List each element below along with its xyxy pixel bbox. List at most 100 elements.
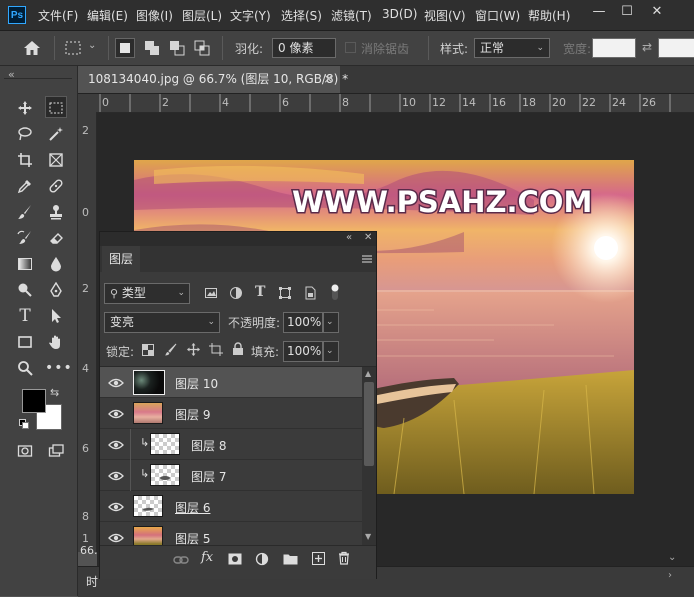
scroll-down-icon[interactable]: ▼ <box>365 532 371 541</box>
lock-all-icon[interactable] <box>232 342 244 356</box>
width-input[interactable] <box>592 38 636 58</box>
eraser-tool-icon[interactable] <box>45 227 67 249</box>
layer-row-7[interactable]: ↳ 图层 7 <box>100 460 362 491</box>
menu-select[interactable]: 选择(S) <box>281 7 322 24</box>
path-selection-tool-icon[interactable] <box>45 305 67 327</box>
fill-chevron-icon[interactable]: ⌄ <box>323 341 339 362</box>
pen-tool-icon[interactable] <box>45 279 67 301</box>
eye-icon[interactable] <box>108 532 124 544</box>
zoom-level[interactable]: 66. <box>80 544 98 557</box>
subtract-selection-icon[interactable] <box>167 38 187 58</box>
layer-row-10[interactable]: 图层 10 <box>100 367 362 398</box>
blur-tool-icon[interactable] <box>45 253 67 275</box>
trash-icon[interactable] <box>338 551 350 565</box>
more-tools-icon[interactable]: ••• <box>45 357 72 379</box>
adjustment-icon[interactable] <box>255 552 269 566</box>
eye-icon[interactable] <box>108 501 124 513</box>
menu-window[interactable]: 窗口(W) <box>475 7 520 24</box>
layer-filter-select[interactable]: ⚲ 类型 ⌄ <box>104 283 190 304</box>
minimize-button[interactable]: — <box>586 2 612 22</box>
fx-icon[interactable]: fx <box>201 550 219 566</box>
filter-pixel-icon[interactable] <box>204 286 218 300</box>
layer-name[interactable]: 图层 7 <box>191 468 226 485</box>
rect-marquee-tool-icon[interactable] <box>45 96 67 118</box>
menu-view[interactable]: 视图(V) <box>424 7 466 24</box>
screen-mode-icon[interactable] <box>45 440 67 462</box>
layers-scrollbar-thumb[interactable] <box>364 382 374 466</box>
brush-tool-icon[interactable] <box>14 201 36 223</box>
folder-icon[interactable] <box>283 553 298 565</box>
filter-adjustment-icon[interactable] <box>229 286 243 300</box>
frame-tool-icon[interactable] <box>45 149 67 171</box>
eye-icon[interactable] <box>108 470 124 482</box>
opacity-chevron-icon[interactable]: ⌄ <box>323 312 339 333</box>
panel-close-icon[interactable]: ✕ <box>364 232 372 243</box>
filter-shape-icon[interactable] <box>278 286 292 300</box>
close-window-button[interactable]: ✕ <box>644 2 670 22</box>
healing-brush-tool-icon[interactable] <box>45 175 67 197</box>
filter-type-icon[interactable]: T <box>255 284 265 300</box>
menu-type[interactable]: 文字(Y) <box>230 7 271 24</box>
eye-icon[interactable] <box>108 408 124 420</box>
panel-titlebar[interactable] <box>100 232 376 246</box>
home-icon[interactable] <box>22 39 42 57</box>
default-colors-icon[interactable] <box>19 418 29 429</box>
panel-collapse-icon[interactable]: « <box>346 232 352 243</box>
history-brush-tool-icon[interactable] <box>14 227 36 249</box>
eye-icon[interactable] <box>108 377 124 389</box>
type-tool-icon[interactable]: T <box>14 305 36 327</box>
scroll-down-icon[interactable]: ⌄ <box>668 552 676 563</box>
intersect-selection-icon[interactable] <box>192 38 212 58</box>
close-tab-icon[interactable]: × <box>323 66 334 93</box>
blend-mode-select[interactable]: 变亮 ⌄ <box>104 312 220 333</box>
foreground-color-fill[interactable] <box>22 389 46 413</box>
layer-name[interactable]: 图层 10 <box>175 375 218 392</box>
menu-file[interactable]: 文件(F) <box>38 7 78 24</box>
menu-filter[interactable]: 滤镜(T) <box>331 7 372 24</box>
dodge-tool-icon[interactable] <box>14 279 36 301</box>
clone-stamp-tool-icon[interactable] <box>45 201 67 223</box>
layer-row-8[interactable]: ↳ 图层 8 <box>100 429 362 460</box>
layer-row-6[interactable]: 图层 6 <box>100 491 362 522</box>
eye-icon[interactable] <box>108 439 124 451</box>
new-layer-icon[interactable] <box>312 552 325 565</box>
layer-name[interactable]: 图层 6 <box>175 499 210 516</box>
lock-artboard-icon[interactable] <box>209 343 223 356</box>
zoom-tool-icon[interactable] <box>14 357 36 379</box>
lock-pixels-icon[interactable] <box>164 343 177 356</box>
maximize-button[interactable]: ☐ <box>614 2 640 22</box>
hand-tool-icon[interactable] <box>45 331 67 353</box>
eyedropper-tool-icon[interactable] <box>14 175 36 197</box>
menu-help[interactable]: 帮助(H) <box>528 7 570 24</box>
layer-name[interactable]: 图层 9 <box>175 406 210 423</box>
toolbar-collapse-icon[interactable]: « <box>8 68 15 81</box>
fill-input[interactable]: 100% <box>283 341 323 362</box>
menu-image[interactable]: 图像(I) <box>136 7 173 24</box>
move-tool-icon[interactable] <box>14 97 36 119</box>
lock-transparent-icon[interactable] <box>142 344 154 356</box>
antialias-checkbox[interactable] <box>345 42 356 53</box>
rect-marquee-icon[interactable] <box>64 40 82 56</box>
menu-edit[interactable]: 编辑(E) <box>87 7 128 24</box>
rectangle-tool-icon[interactable] <box>14 331 36 353</box>
menu-3d[interactable]: 3D(D) <box>382 7 417 21</box>
quick-mask-icon[interactable] <box>14 440 36 462</box>
layer-row-9[interactable]: 图层 9 <box>100 398 362 429</box>
link-icon[interactable] <box>173 554 189 566</box>
crop-tool-icon[interactable] <box>14 149 36 171</box>
opacity-input[interactable]: 100% <box>283 312 323 333</box>
scroll-right-icon[interactable]: › <box>668 570 672 581</box>
swap-icon[interactable]: ⇄ <box>642 40 652 54</box>
lasso-tool-icon[interactable] <box>14 123 36 145</box>
magic-wand-tool-icon[interactable] <box>45 123 67 145</box>
panel-menu-icon[interactable] <box>362 253 372 263</box>
filter-toggle-icon[interactable] <box>330 283 340 301</box>
layers-tab[interactable]: 图层 <box>102 246 140 272</box>
document-tab[interactable]: 108134040.jpg @ 66.7% (图层 10, RGB/8) * × <box>78 66 348 93</box>
swap-colors-icon[interactable]: ⇆ <box>50 386 59 399</box>
filter-smart-object-icon[interactable] <box>303 286 317 300</box>
feather-input[interactable]: 0 像素 <box>272 38 336 58</box>
scroll-up-icon[interactable]: ▲ <box>365 369 371 378</box>
gradient-tool-icon[interactable] <box>14 253 36 275</box>
style-select[interactable]: 正常 ⌄ <box>474 38 550 58</box>
